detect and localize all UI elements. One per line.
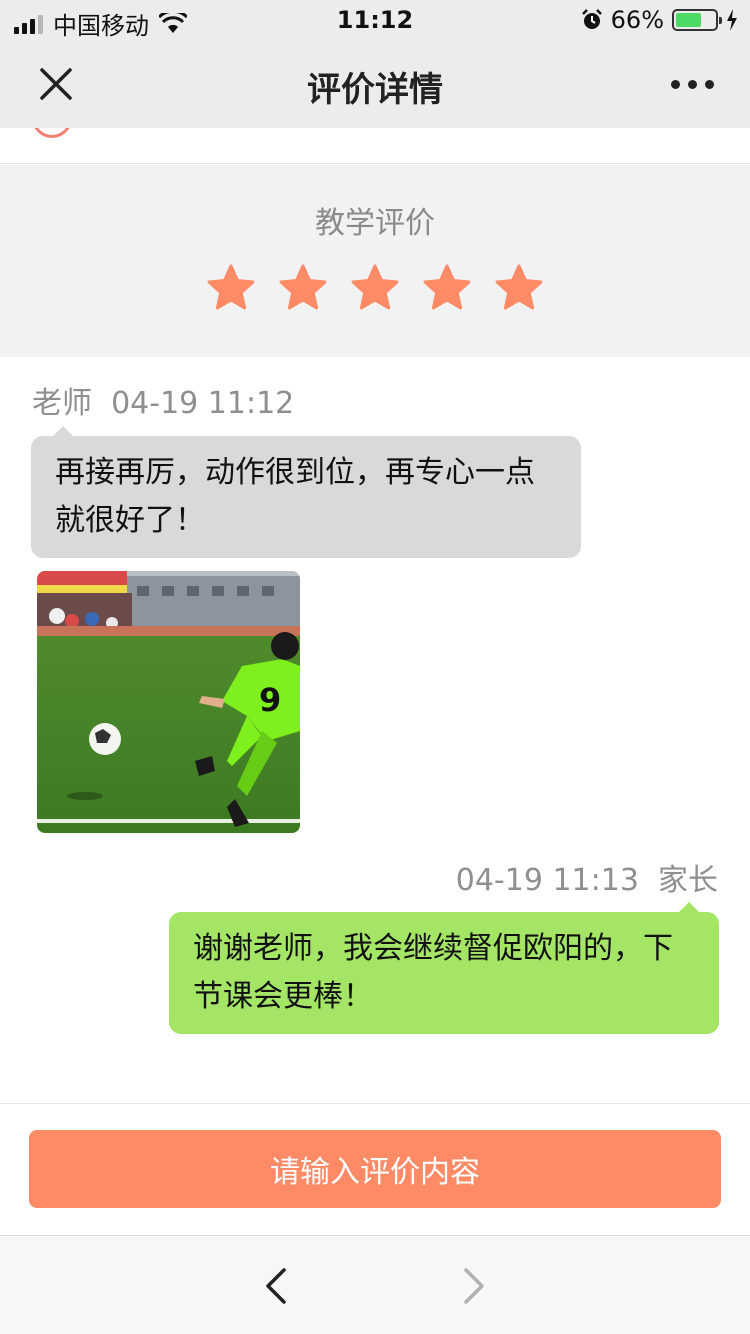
- status-right: 66%: [581, 6, 738, 34]
- previous-content-edge: [0, 128, 750, 164]
- star-icon: [423, 264, 471, 310]
- parent-message-bubble: 谢谢老师，我会继续督促欧阳的，下节课会更棒！: [169, 902, 719, 1034]
- rating-title: 教学评价: [315, 206, 435, 241]
- rating-section: 教学评价: [0, 165, 750, 357]
- input-placeholder: 请输入评价内容: [270, 1155, 480, 1190]
- message-time: 04-19 11:12: [111, 386, 295, 421]
- chevron-right-icon[interactable]: [456, 1266, 492, 1306]
- message-time: 04-19 11:13: [455, 863, 639, 898]
- sender-label: 老师: [32, 386, 92, 421]
- parent-meta: 04-19 11:13 家长: [456, 855, 718, 899]
- message-text: 谢谢老师，我会继续督促欧阳的，下节课会更棒！: [193, 931, 673, 1014]
- message-text: 再接再厉，动作很到位，再专心一点就很好了！: [55, 455, 535, 538]
- star-icon: [207, 264, 255, 310]
- more-icon[interactable]: [671, 80, 714, 89]
- alarm-icon: [581, 9, 602, 29]
- star-icon: [351, 264, 399, 310]
- star-icon: [495, 264, 543, 310]
- star-icon: [279, 264, 327, 310]
- svg-text:9: 9: [259, 681, 281, 719]
- teacher-message-bubble: 再接再厉，动作很到位，再专心一点就很好了！: [31, 426, 581, 558]
- chevron-left-icon[interactable]: [258, 1266, 294, 1306]
- battery-fill: [676, 13, 702, 27]
- soccer-photo-image: 9: [37, 571, 300, 833]
- status-bar: 中国移动 11:12 66%: [0, 0, 750, 40]
- nav-bar: 评价详情: [0, 40, 750, 128]
- battery-icon: [672, 9, 722, 31]
- message-photo[interactable]: 9: [37, 571, 300, 833]
- battery-percent: 66%: [610, 6, 664, 34]
- page-title: 评价详情: [307, 70, 443, 110]
- comment-input-button[interactable]: 请输入评价内容: [29, 1130, 721, 1208]
- star-rating: [0, 263, 750, 313]
- input-area: 请输入评价内容: [0, 1103, 750, 1235]
- charging-icon: [727, 9, 737, 31]
- avatar: [32, 128, 72, 138]
- browser-toolbar: [0, 1235, 750, 1334]
- teacher-meta: 老师 04-19 11:12: [32, 378, 294, 422]
- sender-label: 家长: [658, 863, 718, 898]
